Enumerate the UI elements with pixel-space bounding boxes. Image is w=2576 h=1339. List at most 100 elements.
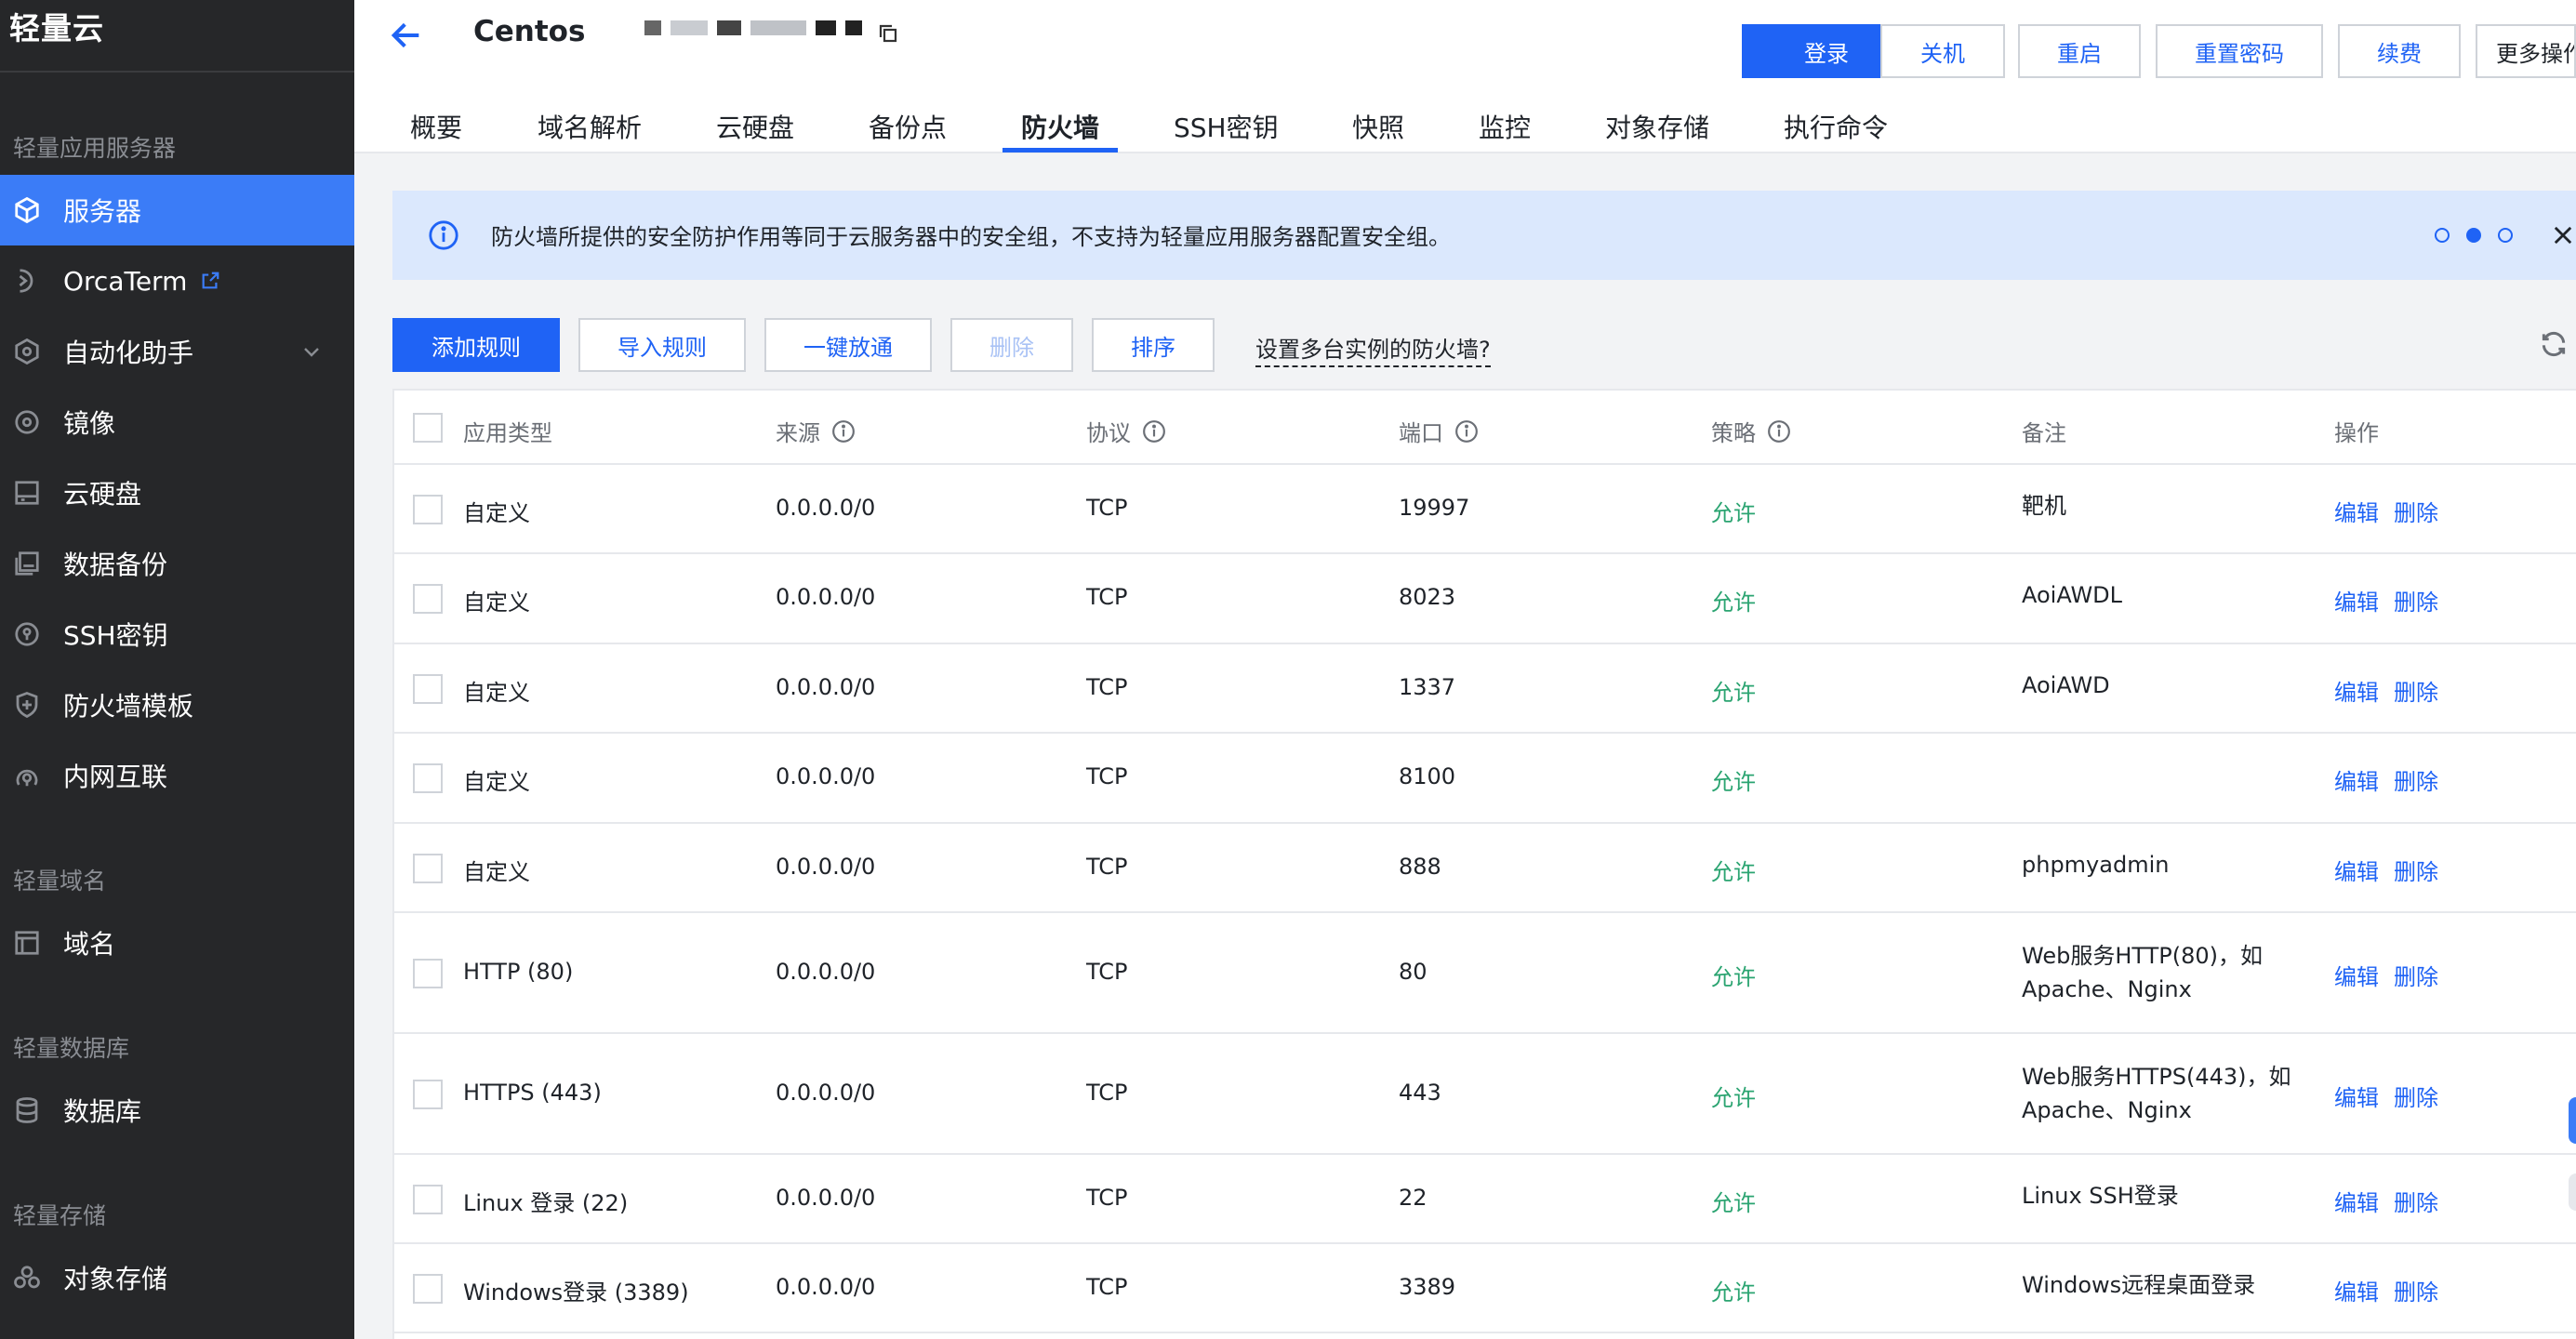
edit-link[interactable]: 编辑 bbox=[2334, 584, 2379, 616]
pager-dot[interactable] bbox=[2435, 228, 2450, 243]
row-checkbox[interactable] bbox=[413, 1274, 443, 1304]
object-storage-icon bbox=[13, 1264, 41, 1292]
copy-icon[interactable] bbox=[877, 22, 899, 45]
row-checkbox[interactable] bbox=[413, 763, 443, 793]
sidebar-item-firewall-template[interactable]: 防火墙模板 bbox=[0, 670, 354, 740]
tab-run-command[interactable]: 执行命令 bbox=[1784, 108, 1888, 153]
multi-instance-firewall-link[interactable]: 设置多台实例的防火墙? bbox=[1255, 331, 1491, 367]
tab-snapshot[interactable]: 快照 bbox=[1352, 108, 1404, 153]
more-actions-button[interactable]: 更多操作 bbox=[2476, 24, 2576, 78]
close-icon[interactable] bbox=[2550, 222, 2576, 248]
sort-button[interactable]: 排序 bbox=[1092, 318, 1215, 372]
cell-app-type: 自定义 bbox=[463, 500, 530, 526]
firewall-icon bbox=[13, 691, 41, 719]
row-checkbox[interactable] bbox=[413, 1080, 443, 1109]
info-tooltip-icon[interactable] bbox=[1767, 419, 1791, 444]
delete-link[interactable]: 删除 bbox=[2394, 674, 2438, 707]
row-checkbox[interactable] bbox=[413, 674, 443, 704]
reset-password-button[interactable]: 重置密码 bbox=[2156, 24, 2323, 78]
info-icon bbox=[428, 219, 459, 251]
edit-link[interactable]: 编辑 bbox=[2334, 763, 2379, 796]
open-all-button[interactable]: 一键放通 bbox=[764, 318, 932, 372]
tab-ssh-key[interactable]: SSH密钥 bbox=[1174, 108, 1279, 153]
delete-link[interactable]: 删除 bbox=[2394, 584, 2438, 616]
cell-source: 0.0.0.0/0 bbox=[776, 1080, 876, 1106]
delete-link[interactable]: 删除 bbox=[2394, 854, 2438, 886]
cell-note: Windows远程桌面登录 bbox=[2022, 1272, 2256, 1298]
tab-disk[interactable]: 云硬盘 bbox=[716, 108, 794, 153]
edit-link[interactable]: 编辑 bbox=[2334, 1185, 2379, 1217]
pager-dot[interactable] bbox=[2498, 228, 2513, 243]
sidebar-item-label: 云硬盘 bbox=[63, 479, 142, 510]
sidebar-item-label: 域名 bbox=[63, 929, 116, 960]
sidebar-item-label: 镜像 bbox=[63, 408, 116, 439]
cell-note: 靶机 bbox=[2022, 493, 2066, 519]
delete-link[interactable]: 删除 bbox=[2394, 495, 2438, 527]
tab-backup-point[interactable]: 备份点 bbox=[869, 108, 947, 153]
cell-app-type: 自定义 bbox=[463, 859, 530, 885]
select-all-checkbox[interactable] bbox=[413, 413, 443, 443]
pager-dot-active[interactable] bbox=[2466, 228, 2481, 243]
sidebar-item-image[interactable]: 镜像 bbox=[0, 387, 354, 457]
cell-source: 0.0.0.0/0 bbox=[776, 674, 876, 700]
cell-protocol: TCP bbox=[1086, 1080, 1128, 1106]
cell-port: 8100 bbox=[1399, 763, 1456, 789]
tab-firewall[interactable]: 防火墙 bbox=[1021, 108, 1099, 153]
renew-button[interactable]: 续费 bbox=[2338, 24, 2461, 78]
sidebar-group-database: 轻量数据库 bbox=[13, 1035, 130, 1062]
delete-link[interactable]: 删除 bbox=[2394, 1185, 2438, 1217]
edit-link[interactable]: 编辑 bbox=[2334, 1080, 2379, 1112]
floating-side-tab-secondary[interactable] bbox=[2569, 1173, 2576, 1211]
tab-dns[interactable]: 域名解析 bbox=[538, 108, 642, 153]
banner-pager bbox=[2435, 228, 2513, 243]
floating-side-tab[interactable] bbox=[2569, 1097, 2576, 1144]
sidebar-item-object-storage[interactable]: 对象存储 bbox=[0, 1242, 354, 1313]
shutdown-button[interactable]: 关机 bbox=[1880, 24, 2005, 78]
row-checkbox[interactable] bbox=[413, 584, 443, 614]
row-checkbox[interactable] bbox=[413, 854, 443, 883]
sidebar-item-network[interactable]: 内网互联 bbox=[0, 740, 354, 811]
sidebar-item-backup[interactable]: 数据备份 bbox=[0, 528, 354, 599]
edit-link[interactable]: 编辑 bbox=[2334, 674, 2379, 707]
delete-link[interactable]: 删除 bbox=[2394, 1274, 2438, 1306]
delete-link[interactable]: 删除 bbox=[2394, 1080, 2438, 1112]
col-app-type: 应用类型 bbox=[463, 420, 552, 446]
info-tooltip-icon[interactable] bbox=[1142, 419, 1166, 444]
delete-link[interactable]: 删除 bbox=[2394, 959, 2438, 991]
sidebar-item-label: SSH密钥 bbox=[63, 620, 168, 651]
add-rule-button[interactable]: 添加规则 bbox=[392, 318, 560, 372]
info-banner: 防火墙所提供的安全防护作用等同于云服务器中的安全组，不支持为轻量应用服务器配置安… bbox=[392, 191, 2576, 280]
row-checkbox[interactable] bbox=[413, 959, 443, 988]
orcaterm-icon bbox=[13, 267, 41, 295]
sidebar-item-orcaterm[interactable]: OrcaTerm bbox=[0, 245, 354, 316]
sidebar-item-automation[interactable]: 自动化助手 bbox=[0, 316, 354, 387]
delete-button[interactable]: 删除 bbox=[950, 318, 1073, 372]
chevron-down-icon[interactable] bbox=[300, 340, 323, 363]
sidebar-item-database[interactable]: 数据库 bbox=[0, 1075, 354, 1146]
info-tooltip-icon[interactable] bbox=[1454, 419, 1479, 444]
import-rules-button[interactable]: 导入规则 bbox=[578, 318, 746, 372]
tab-object-storage[interactable]: 对象存储 bbox=[1605, 108, 1709, 153]
tab-overview[interactable]: 概要 bbox=[410, 108, 462, 153]
row-checkbox[interactable] bbox=[413, 1185, 443, 1214]
row-checkbox[interactable] bbox=[413, 495, 443, 524]
restart-button[interactable]: 重启 bbox=[2018, 24, 2141, 78]
cell-port: 3389 bbox=[1399, 1274, 1456, 1300]
sidebar-item-disk[interactable]: 云硬盘 bbox=[0, 457, 354, 528]
sidebar-item-ssh-key[interactable]: SSH密钥 bbox=[0, 599, 354, 670]
edit-link[interactable]: 编辑 bbox=[2334, 1274, 2379, 1306]
refresh-icon[interactable] bbox=[2539, 329, 2569, 359]
tab-monitor[interactable]: 监控 bbox=[1479, 108, 1531, 153]
cell-source: 0.0.0.0/0 bbox=[776, 584, 876, 610]
delete-link[interactable]: 删除 bbox=[2394, 763, 2438, 796]
edit-link[interactable]: 编辑 bbox=[2334, 854, 2379, 886]
sidebar-item-server[interactable]: 服务器 bbox=[0, 175, 354, 245]
cell-port: 443 bbox=[1399, 1080, 1441, 1106]
sidebar-item-domain[interactable]: 域名 bbox=[0, 908, 354, 978]
table-row: 自定义 0.0.0.0/0 TCP 8023 允许 AoiAWDL 编辑 删除 bbox=[394, 554, 2576, 644]
cell-port: 22 bbox=[1399, 1185, 1427, 1211]
edit-link[interactable]: 编辑 bbox=[2334, 959, 2379, 991]
info-tooltip-icon[interactable] bbox=[831, 419, 856, 444]
back-arrow-icon[interactable] bbox=[388, 17, 425, 54]
edit-link[interactable]: 编辑 bbox=[2334, 495, 2379, 527]
